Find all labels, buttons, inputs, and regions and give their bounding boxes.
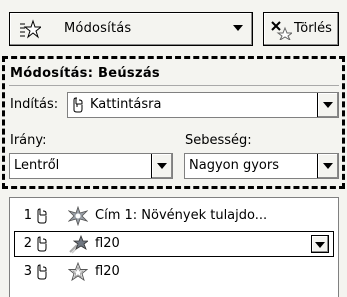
start-select[interactable]: Kattintásra [67, 92, 339, 118]
list-item[interactable]: 3 fl20 [14, 259, 334, 285]
start-dropdown-button[interactable] [317, 93, 338, 117]
direction-dropdown-button[interactable] [151, 154, 172, 178]
list-item[interactable]: 1 Cím 1: Növények tulajdo... [14, 203, 334, 229]
delete-effect-icon [271, 21, 292, 40]
mouse-icon [37, 208, 47, 224]
dashed-frame-right [342, 56, 345, 189]
direction-label: Irány: [10, 133, 47, 148]
speed-select[interactable]: Nagyon gyors [184, 153, 339, 179]
item-text: fl20 [95, 236, 120, 251]
chevron-down-icon [157, 163, 167, 169]
fly-in-effect-icon [69, 234, 88, 254]
chevron-down-icon [323, 163, 333, 169]
direction-select[interactable]: Lentről [9, 153, 173, 179]
chevron-down-icon [323, 102, 333, 108]
direction-value: Lentről [14, 158, 60, 173]
item-number: 1 [23, 208, 32, 223]
item-number: 2 [23, 236, 32, 251]
modify-button-label: Módosítás [64, 21, 132, 36]
speed-label: Sebesség: [185, 133, 252, 148]
item-text: fl20 [95, 264, 120, 279]
star-outline-effect-icon [68, 262, 88, 282]
start-label: Indítás: [10, 97, 59, 112]
list-item-selected[interactable]: 2 fl20 [14, 231, 334, 257]
dashed-frame-top [2, 56, 345, 59]
chevron-down-icon [315, 242, 325, 248]
animation-list[interactable]: 1 Cím 1: Növények tulajdo... 2 fl20 3 fl… [9, 197, 339, 297]
delete-button-label: Törlés [294, 21, 332, 36]
section-divider [9, 85, 339, 86]
section-title: Módosítás: Beúszás [10, 66, 160, 81]
mouse-icon [37, 264, 47, 280]
item-number: 3 [23, 264, 32, 279]
item-options-button[interactable] [311, 235, 329, 253]
mouse-icon [37, 236, 47, 252]
item-text: Cím 1: Növények tulajdo... [95, 208, 268, 223]
sparkle-effect-icon [68, 206, 88, 226]
delete-effect-button[interactable]: Törlés [263, 12, 339, 46]
dashed-frame-left [2, 56, 5, 189]
modify-effect-button[interactable]: Módosítás [9, 12, 253, 46]
star-effect-icon [20, 19, 41, 39]
speed-dropdown-button[interactable] [317, 154, 338, 178]
start-value: Kattintásra [90, 97, 162, 112]
chevron-down-icon [233, 25, 243, 31]
dashed-frame-bottom [2, 186, 345, 189]
mouse-icon [73, 97, 83, 113]
speed-value: Nagyon gyors [189, 158, 279, 173]
